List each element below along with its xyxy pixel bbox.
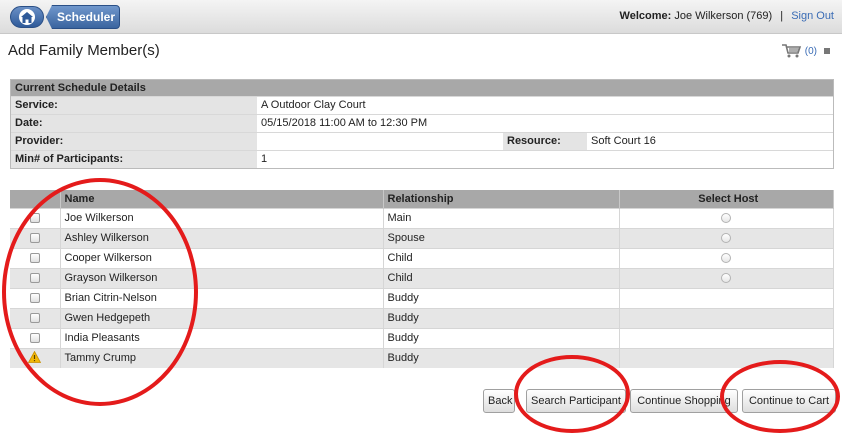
member-name: Ashley Wilkerson xyxy=(60,227,384,248)
select-host-cell xyxy=(619,227,834,248)
warning-icon xyxy=(28,350,42,366)
member-name: Joe Wilkerson xyxy=(60,207,384,228)
member-checkbox[interactable] xyxy=(29,313,40,324)
relationship-header: Relationship xyxy=(383,190,620,208)
page-title: Add Family Member(s) xyxy=(8,42,160,59)
select-host-cell xyxy=(619,347,834,368)
select-host-cell xyxy=(619,287,834,308)
resource-value: Soft Court 16 xyxy=(591,135,656,147)
date-label: Date: xyxy=(11,115,257,132)
select-all-header xyxy=(10,190,61,208)
member-checkbox[interactable] xyxy=(29,253,40,264)
member-select-cell xyxy=(10,267,61,288)
breadcrumb-scheduler[interactable]: Scheduler xyxy=(46,5,120,29)
continue-to-cart-button[interactable]: Continue to Cart xyxy=(742,389,836,413)
schedule-details-header: Current Schedule Details xyxy=(11,80,833,96)
member-checkbox[interactable] xyxy=(29,213,40,224)
welcome-area: Welcome: Joe Wilkerson (769) | Sign Out xyxy=(620,10,834,22)
member-select-cell xyxy=(10,287,61,308)
member-name: Tammy Crump xyxy=(60,347,384,368)
select-host-cell xyxy=(619,327,834,348)
name-header: Name xyxy=(60,190,384,208)
table-row: Ashley Wilkerson Spouse xyxy=(10,227,834,248)
member-relationship: Spouse xyxy=(383,227,620,248)
member-checkbox[interactable] xyxy=(29,273,40,284)
date-value: 05/15/2018 11:00 AM to 12:30 PM xyxy=(261,117,428,129)
member-relationship: Child xyxy=(383,247,620,268)
search-participant-button[interactable]: Search Participant xyxy=(526,389,626,413)
select-host-radio[interactable] xyxy=(721,273,732,284)
select-host-radio[interactable] xyxy=(721,253,732,264)
resource-label: Resource: xyxy=(503,133,587,150)
member-name: Cooper Wilkerson xyxy=(60,247,384,268)
member-select-cell xyxy=(10,207,61,228)
cart-count[interactable]: (0) xyxy=(805,46,817,57)
min-participants-row: Min# of Participants: 1 xyxy=(11,150,833,168)
table-row: Gwen Hedgepeth Buddy xyxy=(10,307,834,328)
cart-icon xyxy=(781,44,801,58)
table-row: Joe Wilkerson Main xyxy=(10,207,834,228)
member-checkbox[interactable] xyxy=(29,293,40,304)
cart-menu-icon[interactable] xyxy=(824,48,830,54)
sign-out-link[interactable]: Sign Out xyxy=(791,10,834,22)
provider-row: Provider: Resource: Soft Court 16 xyxy=(11,132,833,150)
member-relationship: Main xyxy=(383,207,620,228)
table-row: Tammy Crump Buddy xyxy=(10,347,834,368)
member-select-cell xyxy=(10,327,61,348)
home-icon xyxy=(19,9,35,25)
member-checkbox[interactable] xyxy=(29,233,40,244)
select-host-cell xyxy=(619,247,834,268)
service-label: Service: xyxy=(11,97,257,114)
back-button[interactable]: Back xyxy=(483,389,515,413)
table-row: Cooper Wilkerson Child xyxy=(10,247,834,268)
welcome-separator: | xyxy=(780,10,784,22)
select-host-radio[interactable] xyxy=(721,233,732,244)
service-value: A Outdoor Clay Court xyxy=(261,99,366,111)
welcome-user: Joe Wilkerson xyxy=(674,10,744,22)
member-relationship: Buddy xyxy=(383,347,620,368)
member-name: Gwen Hedgepeth xyxy=(60,307,384,328)
select-host-cell xyxy=(619,267,834,288)
home-button[interactable] xyxy=(10,6,44,28)
member-select-cell xyxy=(10,307,61,328)
cart-link[interactable]: (0) xyxy=(781,44,830,58)
select-host-cell xyxy=(619,207,834,228)
member-name: India Pleasants xyxy=(60,327,384,348)
provider-label: Provider: xyxy=(11,133,257,150)
table-row: India Pleasants Buddy xyxy=(10,327,834,348)
table-row: Grayson Wilkerson Child xyxy=(10,267,834,288)
select-host-radio[interactable] xyxy=(721,213,732,224)
select-host-cell xyxy=(619,307,834,328)
member-select-cell xyxy=(10,247,61,268)
welcome-user-id: (769) xyxy=(746,10,773,22)
member-select-cell xyxy=(10,227,61,248)
welcome-label: Welcome: xyxy=(619,10,672,22)
member-name: Brian Citrin-Nelson xyxy=(60,287,384,308)
table-row: Brian Citrin-Nelson Buddy xyxy=(10,287,834,308)
min-participants-label: Min# of Participants: xyxy=(11,151,257,168)
member-relationship: Child xyxy=(383,267,620,288)
member-checkbox[interactable] xyxy=(29,333,40,344)
continue-shopping-button[interactable]: Continue Shopping xyxy=(630,389,738,413)
top-bar: Scheduler Welcome: Joe Wilkerson (769) |… xyxy=(0,0,842,34)
member-relationship: Buddy xyxy=(383,307,620,328)
min-participants-value: 1 xyxy=(261,153,268,165)
member-relationship: Buddy xyxy=(383,327,620,348)
date-row: Date: 05/15/2018 11:00 AM to 12:30 PM xyxy=(11,114,833,132)
table-header-row: Name Relationship Select Host xyxy=(10,190,834,208)
select-host-header: Select Host xyxy=(619,190,834,208)
member-name: Grayson Wilkerson xyxy=(60,267,384,288)
service-row: Service: A Outdoor Clay Court xyxy=(11,96,833,114)
schedule-details: Current Schedule Details Service: A Outd… xyxy=(10,79,834,169)
member-relationship: Buddy xyxy=(383,287,620,308)
member-select-cell xyxy=(10,347,61,368)
family-members-table: Name Relationship Select Host Joe Wilker… xyxy=(10,190,834,368)
